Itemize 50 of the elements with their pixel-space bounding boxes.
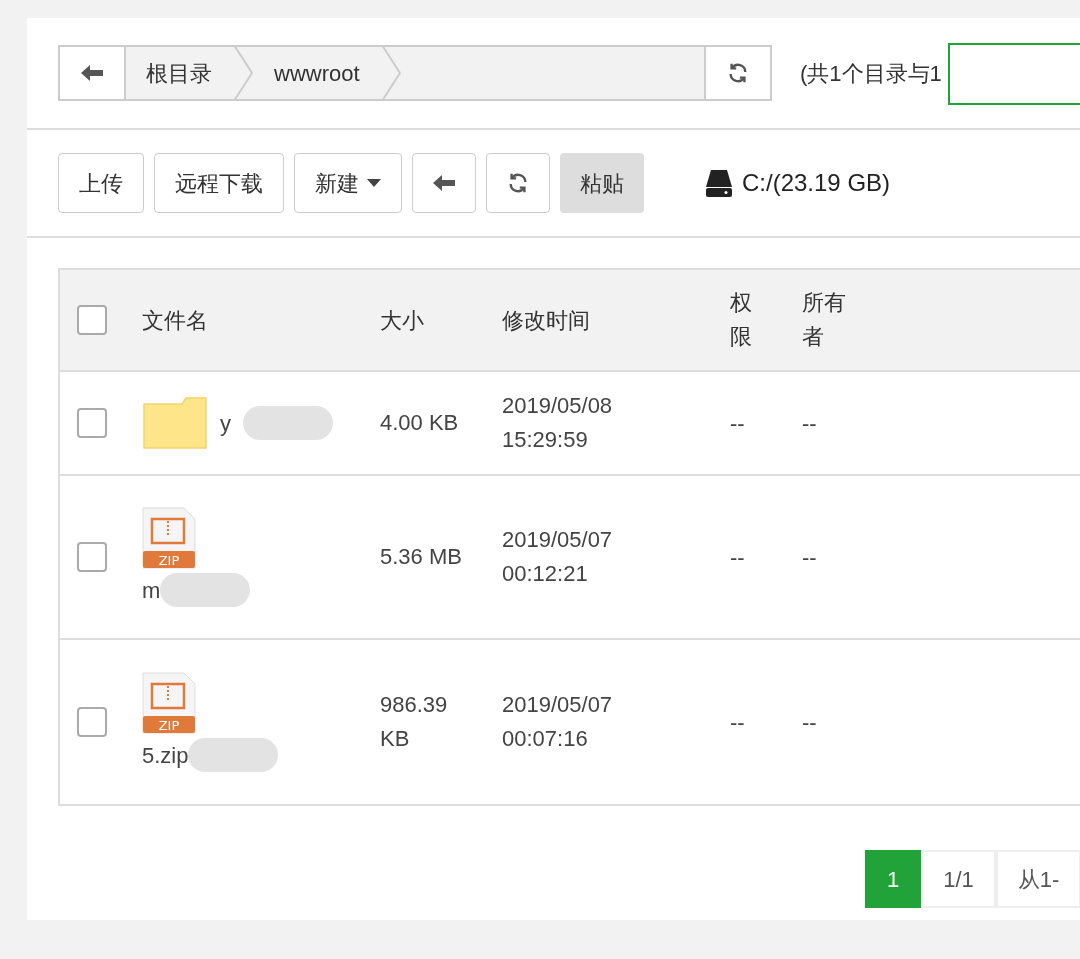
breadcrumb-item[interactable]: wwwroot [254,56,380,90]
back-arrow-icon [81,65,103,81]
column-header: 大小 [380,306,425,335]
row-checkbox[interactable] [77,408,107,438]
column-header: 权限 [730,289,753,351]
modified-time: 00:12:21 [502,560,589,588]
file-name[interactable]: m [142,573,161,607]
column-header: 修改时间 [502,306,591,335]
owner-cell-text: -- [802,409,818,438]
modified-time: 2019/05/07 [502,526,614,554]
zip-file-icon: ZIP [142,507,196,569]
file-size: 986.39 KB [380,691,449,753]
column-header: 文件名 [142,306,209,335]
file-count-summary: (共1个目录与1 [800,59,942,88]
row-checkbox[interactable] [77,542,107,572]
toolbar-button[interactable]: 上传 [58,153,144,213]
owner-cell-text: -- [802,543,818,572]
permission-cell-text: -- [730,543,746,572]
pagination-item[interactable]: 1/1 [921,850,996,908]
permission-cell-text: -- [730,409,746,438]
modified-time: 00:07:16 [502,725,589,753]
file-name[interactable]: y [220,406,231,440]
back-button[interactable] [60,47,126,99]
permission-cell-text: -- [730,708,746,737]
refresh-icon [507,172,529,194]
file-size: 4.00 KB [380,409,460,437]
modified-time: 15:29:59 [502,426,589,454]
select-all-checkbox[interactable] [77,305,107,335]
refresh-icon [727,62,749,84]
breadcrumb-item[interactable]: 根目录 [126,56,232,90]
toolbar-button[interactable]: 远程下载 [154,153,284,213]
hard-drive-icon [704,168,734,198]
modified-time: 2019/05/07 [502,691,614,719]
folder-icon [142,396,208,450]
paste-button[interactable]: 粘贴 [560,153,644,213]
file-size: 5.36 MB [380,543,463,571]
zip-file-icon: ZIP [142,672,196,734]
caret-icon [367,179,381,187]
back-button[interactable] [412,153,476,213]
disk-usage-label: C:/(23.19 GB) [742,168,891,198]
column-header: 所有者 [802,289,847,351]
row-checkbox[interactable] [77,707,107,737]
file-name[interactable]: 5.zip [142,738,189,772]
back-arrow-icon [433,175,455,191]
owner-cell-text: -- [802,708,818,737]
refresh-button[interactable] [704,47,770,99]
modified-time: 2019/05/08 [502,392,614,420]
pagination-item[interactable]: 从1- [995,850,1080,908]
new-dropdown-button[interactable]: 新建 [294,153,402,213]
refresh-button[interactable] [486,153,550,213]
